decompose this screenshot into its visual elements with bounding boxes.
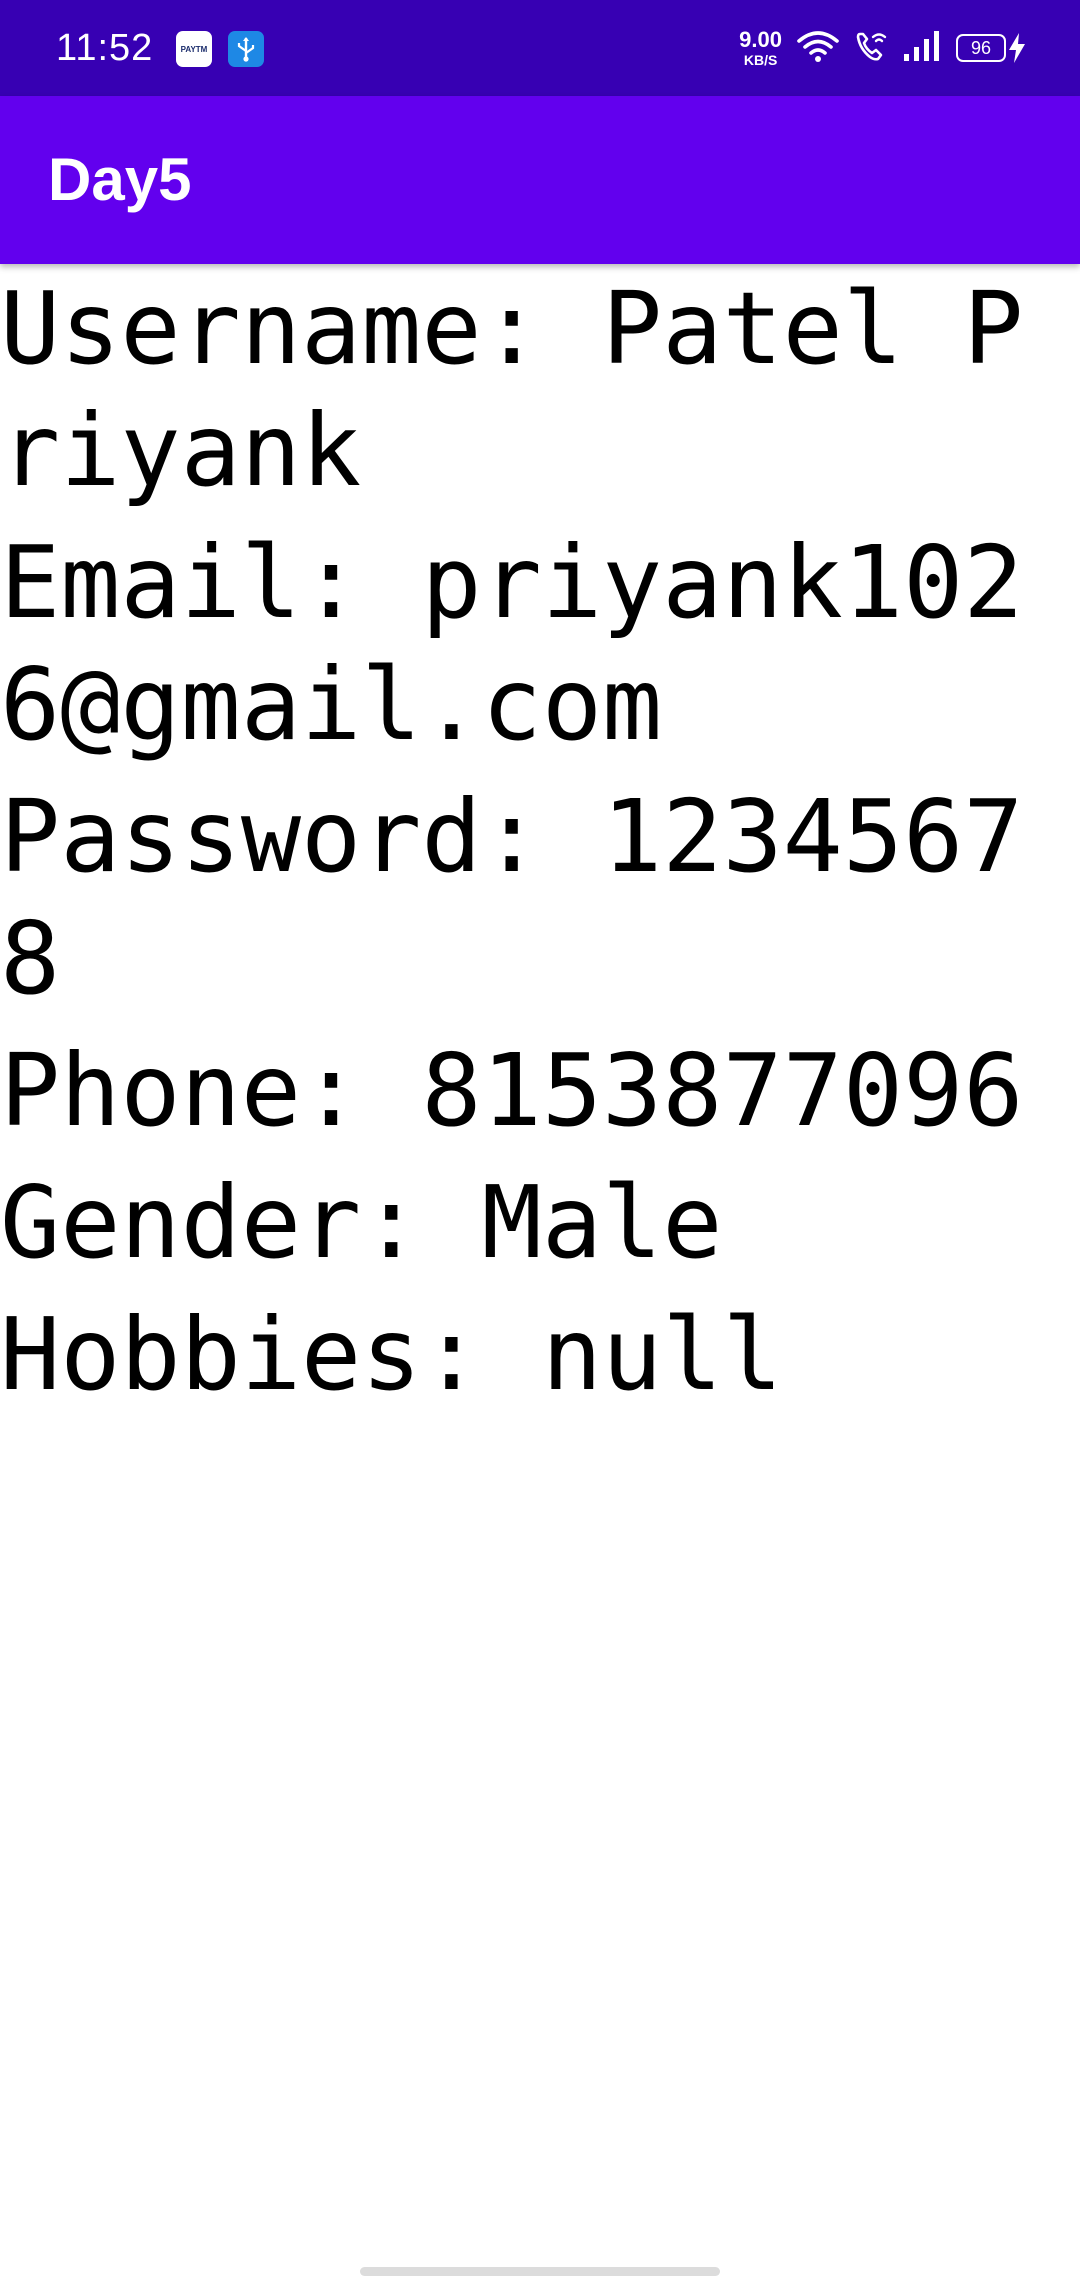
battery-level: 96: [956, 34, 1006, 62]
network-speed: 9.00 KB/S: [739, 27, 782, 68]
paytm-icon-label: PAYTM: [180, 44, 208, 54]
user-details: Username: Patel Priyank Email: priyank10…: [0, 268, 1080, 1426]
status-bar: 11:52 PAYTM 9.00 KB/S 96: [0, 0, 1080, 96]
network-speed-unit: KB/S: [743, 52, 778, 68]
battery-icon: 96: [956, 32, 1028, 64]
home-indicator[interactable]: [360, 2267, 720, 2276]
username-text: Username: Patel Priyank: [0, 270, 1024, 509]
paytm-icon: PAYTM: [176, 31, 212, 67]
email-text: Email: priyank1026@gmail.com: [0, 524, 1024, 763]
network-speed-value: 9.00: [739, 27, 782, 52]
signal-icon: [902, 30, 942, 66]
phone-text: Phone: 8153877096: [0, 1032, 1024, 1149]
gender-text: Gender: Male: [0, 1164, 723, 1281]
charging-bolt-icon: [1009, 33, 1025, 63]
status-time: 11:52: [56, 27, 154, 69]
hobbies-text: Hobbies: null: [0, 1296, 783, 1413]
wifi-calling-icon: [854, 29, 888, 67]
app-bar: Day5: [0, 96, 1080, 264]
status-right-cluster: 9.00 KB/S 96: [739, 0, 1028, 96]
app-title: Day5: [48, 146, 192, 213]
usb-icon: [228, 31, 264, 67]
wifi-icon: [796, 29, 840, 67]
password-text: Password: 12345678: [0, 778, 1024, 1017]
